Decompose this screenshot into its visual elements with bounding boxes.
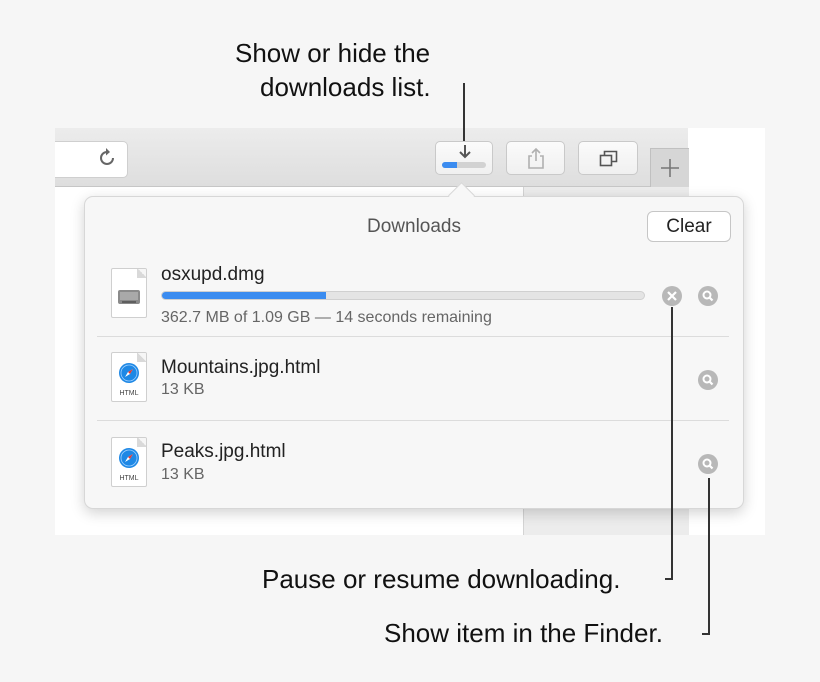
download-item-size: 13 KB (161, 466, 205, 483)
disk-image-icon (111, 268, 147, 318)
html-document-icon: HTML (111, 352, 147, 402)
new-tab-button[interactable] (650, 148, 689, 187)
plus-icon (661, 159, 679, 177)
download-item-name: osxupd.dmg (161, 264, 265, 285)
magnifier-icon (702, 458, 714, 470)
row-divider (97, 420, 729, 421)
show-in-finder-button[interactable] (698, 286, 718, 306)
callout-downloads-line1: Show or hide the (235, 38, 431, 68)
row-divider (97, 336, 729, 337)
callout-leader-downloads (463, 83, 465, 141)
safari-compass-icon (119, 363, 139, 383)
magnifier-icon (702, 290, 714, 302)
show-in-finder-button[interactable] (698, 454, 718, 474)
show-all-tabs-button[interactable] (578, 141, 638, 175)
download-item-name: Peaks.jpg.html (161, 441, 286, 462)
downloads-title: Downloads (367, 216, 461, 237)
download-progress-bar (161, 291, 645, 300)
callout-leader-finder (708, 478, 710, 634)
callout-tick-pause (665, 578, 673, 580)
close-icon (667, 291, 677, 301)
share-button[interactable] (506, 141, 565, 175)
file-type-label: HTML (119, 390, 139, 397)
callout-tick-finder (702, 633, 710, 635)
callout-pause-resume: Pause or resume downloading. (262, 564, 621, 594)
share-icon (528, 147, 544, 169)
reload-icon[interactable] (96, 147, 118, 169)
callout-leader-pause (671, 307, 673, 579)
clear-button[interactable]: Clear (647, 211, 731, 242)
file-type-label: HTML (119, 475, 139, 482)
download-item-status: 362.7 MB of 1.09 GB — 14 seconds remaini… (161, 309, 492, 326)
downloads-button[interactable] (435, 141, 493, 175)
html-document-icon: HTML (111, 437, 147, 487)
download-arrow-icon (459, 145, 471, 159)
downloads-mini-progress (442, 162, 486, 168)
magnifier-icon (702, 374, 714, 386)
tabs-overview-icon (599, 150, 618, 167)
show-in-finder-button[interactable] (698, 370, 718, 390)
download-item-size: 13 KB (161, 381, 205, 398)
stop-download-button[interactable] (662, 286, 682, 306)
callout-downloads-line2: downloads list. (260, 72, 431, 102)
safari-compass-icon (119, 448, 139, 468)
callout-show-in-finder: Show item in the Finder. (384, 618, 663, 648)
download-item-name: Mountains.jpg.html (161, 357, 321, 378)
